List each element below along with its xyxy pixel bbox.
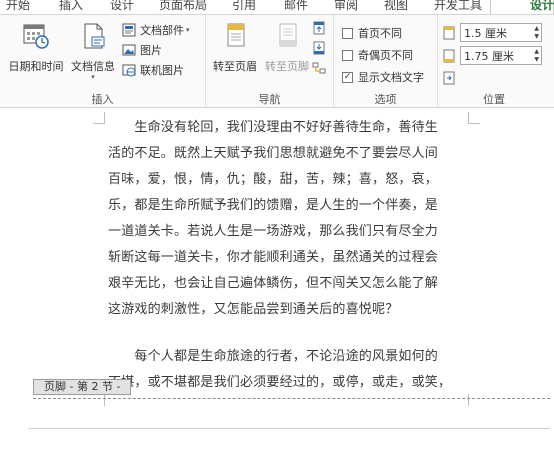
docinfo-dropdown-icon: ▾ xyxy=(91,73,95,81)
first-page-different-label: 首页不同 xyxy=(358,27,402,40)
insert-small-buttons: 文档部件 ▾ 图片 联机图片 xyxy=(122,21,206,91)
tab-developer[interactable]: 开发工具 xyxy=(434,0,482,13)
top-left-margin-mark xyxy=(93,112,105,124)
tab-header-footer-design[interactable]: 设计 xyxy=(530,0,554,13)
footer-bottom-spinbox[interactable]: 1.75 厘米 ▲ ▼ xyxy=(460,46,542,65)
picture-button[interactable]: 图片 xyxy=(122,41,162,59)
text-line: 这游戏的刺激性，又怎能品尝到通关后的喜悦呢？ xyxy=(108,302,399,317)
group-navigation-label: 导航 xyxy=(258,93,281,106)
online-picture-icon xyxy=(122,64,136,77)
online-picture-label: 联机图片 xyxy=(140,64,184,77)
footer-boundary-line xyxy=(33,398,550,399)
footer-position-icon xyxy=(443,49,455,62)
goto-header-label: 转至页眉 xyxy=(213,60,257,73)
tab-review[interactable]: 审阅 xyxy=(334,0,358,13)
text-line: 一道道关卡。若说人生是一场游戏，那么我们只有尽全力 xyxy=(108,224,439,239)
goto-header-icon xyxy=(227,23,245,47)
tab-home[interactable]: 开始 xyxy=(6,0,30,13)
text-line: 乐，都是生命所赋予我们的馈赠，是人生的一个伴奏，是 xyxy=(108,198,439,213)
docparts-button[interactable]: 文档部件 ▾ xyxy=(122,21,190,39)
goto-footer-label: 转至页脚 xyxy=(265,60,309,73)
footer-bottom-setting: 1.75 厘米 ▲ ▼ xyxy=(442,46,542,65)
group-position-label: 位置 xyxy=(483,93,505,106)
odd-even-different-option[interactable]: 奇偶页不同 xyxy=(342,47,413,63)
tab-design[interactable]: 设计 xyxy=(110,0,134,13)
odd-even-different-checkbox[interactable] xyxy=(342,49,353,61)
text-line: 斩断这每一道关卡，你才能顺利通关，虽然通关的过程会 xyxy=(108,250,439,265)
docparts-dropdown-icon: ▾ xyxy=(186,26,190,34)
text-line: 活的不足。既然上天赋予我们思想就避免不了要尝尽人间 xyxy=(108,146,439,161)
docparts-icon xyxy=(122,23,136,37)
next-section-icon[interactable] xyxy=(312,41,326,55)
body-paragraph: 生命没有轮回，我们没理由不好好善待生命，善待生 活的不足。既然上天赋予我们思想就… xyxy=(108,115,462,323)
group-options-label: 选项 xyxy=(374,93,397,106)
ribbon: 日期和时间 文档信息 ▾ 文档部件 ▾ 图片 联机图片 插入 转至页眉 转至页脚… xyxy=(0,15,554,108)
docinfo-button[interactable]: 文档信息 ▾ xyxy=(68,21,118,81)
header-top-setting: 1.5 厘米 ▲ ▼ xyxy=(442,23,542,42)
picture-label: 图片 xyxy=(140,44,162,57)
goto-footer-button[interactable]: 转至页脚 xyxy=(262,21,312,74)
first-page-different-checkbox[interactable] xyxy=(342,27,353,39)
group-options: 首页不同 奇偶页不同 ✓ 显示文档文字 选项 xyxy=(334,15,438,108)
document-area[interactable]: 生命没有轮回，我们没理由不好好善待生命，善待生 活的不足。既然上天赋予我们思想就… xyxy=(0,108,554,460)
footer-bottom-value: 1.75 厘米 xyxy=(464,49,514,63)
ribbon-tab-strip: 开始 插入 设计 页面布局 引用 邮件 审阅 视图 开发工具 设计 xyxy=(0,0,554,15)
body-paragraph: 每个人都是生命旅途的行者，不论沿途的风景如何的 不堪，或不堪都是我们必须要经过的… xyxy=(108,344,462,396)
datetime-label: 日期和时间 xyxy=(8,60,64,73)
goto-footer-icon xyxy=(279,23,297,47)
picture-icon xyxy=(122,44,136,56)
docparts-label: 文档部件 xyxy=(140,24,184,37)
page-bottom-edge xyxy=(28,428,550,429)
footer-section-tag: 页脚 - 第 2 节 - xyxy=(33,379,132,395)
document-info-icon xyxy=(84,23,105,49)
text-line: 百味，爱，恨，情，仇；酸，甜，苦，辣；喜，怒，哀， xyxy=(108,172,439,187)
show-document-text-checkbox[interactable]: ✓ xyxy=(342,71,353,83)
header-top-value: 1.5 厘米 xyxy=(464,26,507,40)
bottom-right-margin-mark xyxy=(468,394,480,406)
group-position: 1.5 厘米 ▲ ▼ 1.75 厘米 ▲ ▼ 位置 xyxy=(438,15,550,108)
nav-small-buttons xyxy=(312,21,330,75)
header-position-icon xyxy=(443,26,455,39)
top-right-margin-mark xyxy=(468,112,480,124)
bottom-left-margin-mark xyxy=(93,394,105,406)
show-document-text-option[interactable]: ✓ 显示文档文字 xyxy=(342,69,424,85)
spin-arrows-icon[interactable]: ▲ ▼ xyxy=(534,48,539,64)
text-line: 不堪，或不堪都是我们必须要经过的，或停，或走，或笑， xyxy=(108,375,452,390)
text-line: 每个人都是生命旅途的行者，不论沿途的风景如何的 xyxy=(108,349,439,364)
first-page-different-option[interactable]: 首页不同 xyxy=(342,25,402,41)
tab-view[interactable]: 视图 xyxy=(384,0,408,13)
link-to-previous-icon[interactable] xyxy=(312,61,326,75)
goto-header-button[interactable]: 转至页眉 xyxy=(210,21,260,74)
show-document-text-label: 显示文档文字 xyxy=(358,71,424,84)
datetime-button[interactable]: 日期和时间 xyxy=(6,21,66,74)
previous-section-icon[interactable] xyxy=(312,21,326,35)
online-picture-button[interactable]: 联机图片 xyxy=(122,61,184,79)
group-navigation: 转至页眉 转至页脚 导航 xyxy=(206,15,334,108)
text-line: 艰辛无比，也会让自己遍体鳞伤，但不闯关又怎么能了解 xyxy=(108,276,439,291)
text-line: 生命没有轮回，我们没理由不好好善待生命，善待生 xyxy=(108,120,439,135)
docinfo-label: 文档信息 xyxy=(71,60,115,73)
group-insert-label: 插入 xyxy=(91,93,114,106)
tab-page-layout[interactable]: 页面布局 xyxy=(159,0,207,13)
odd-even-different-label: 奇偶页不同 xyxy=(358,49,413,62)
tab-mailings[interactable]: 邮件 xyxy=(284,0,308,13)
calendar-clock-icon xyxy=(23,24,49,49)
tab-references[interactable]: 引用 xyxy=(232,0,256,13)
group-insert: 日期和时间 文档信息 ▾ 文档部件 ▾ 图片 联机图片 插入 xyxy=(0,15,206,108)
tab-insert[interactable]: 插入 xyxy=(59,0,83,13)
insert-alignment-tab-icon[interactable] xyxy=(442,71,456,85)
header-top-spinbox[interactable]: 1.5 厘米 ▲ ▼ xyxy=(460,23,542,42)
spin-arrows-icon[interactable]: ▲ ▼ xyxy=(534,25,539,41)
